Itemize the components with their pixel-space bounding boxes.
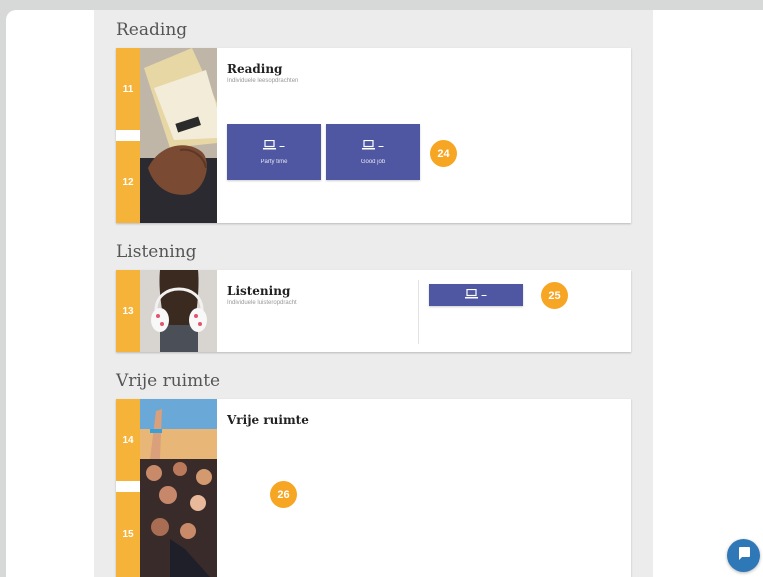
laptop-icon [465, 288, 479, 302]
tile-label: Good job [360, 158, 386, 165]
chat-bubble-icon [736, 545, 752, 566]
card-title: Vrije ruimte [227, 413, 309, 427]
laptop-icon [362, 139, 376, 153]
card-subtitle: Individuele luisteropdracht [227, 300, 297, 306]
tile-dash: – [279, 140, 285, 152]
tile-label: Party time [260, 158, 288, 165]
reading-card[interactable]: 11 12 Reading Individuele leesopdrachten… [116, 48, 631, 223]
callout-marker-24: 24 [430, 140, 457, 167]
activity-tile-party-time[interactable]: – Party time [227, 124, 321, 180]
laptop-icon [263, 139, 277, 153]
card-divider [418, 280, 419, 344]
card-title: Listening [227, 284, 291, 298]
item-number-13: 13 [116, 270, 140, 352]
activity-tile-listening[interactable]: – [429, 284, 523, 306]
item-number-11: 11 [116, 48, 140, 130]
item-number-12: 12 [116, 141, 140, 223]
callout-marker-26: 26 [270, 481, 297, 508]
card-subtitle: Individuele leesopdrachten [227, 78, 299, 84]
vrije-ruimte-thumbnail [140, 399, 217, 577]
listening-card[interactable]: 13 Listening Individuele luisteropdracht [116, 270, 631, 352]
section-heading-reading: Reading [116, 20, 188, 40]
tile-dash: – [481, 289, 487, 301]
card-title: Reading [227, 62, 283, 76]
tile-dash: – [378, 140, 384, 152]
item-number-14: 14 [116, 399, 140, 481]
section-heading-listening: Listening [116, 242, 197, 262]
chat-button[interactable] [727, 539, 760, 572]
vrije-ruimte-card[interactable]: 14 15 Vrije ruimte 26 [116, 399, 631, 577]
listening-thumbnail [140, 270, 217, 352]
item-number-15: 15 [116, 492, 140, 577]
reading-thumbnail [140, 48, 217, 223]
section-heading-vrije-ruimte: Vrije ruimte [116, 371, 221, 391]
callout-marker-25: 25 [541, 282, 568, 309]
activity-tile-good-job[interactable]: – Good job [326, 124, 420, 180]
lesson-content: Reading 11 12 Reading Individuele leesop… [94, 10, 653, 577]
